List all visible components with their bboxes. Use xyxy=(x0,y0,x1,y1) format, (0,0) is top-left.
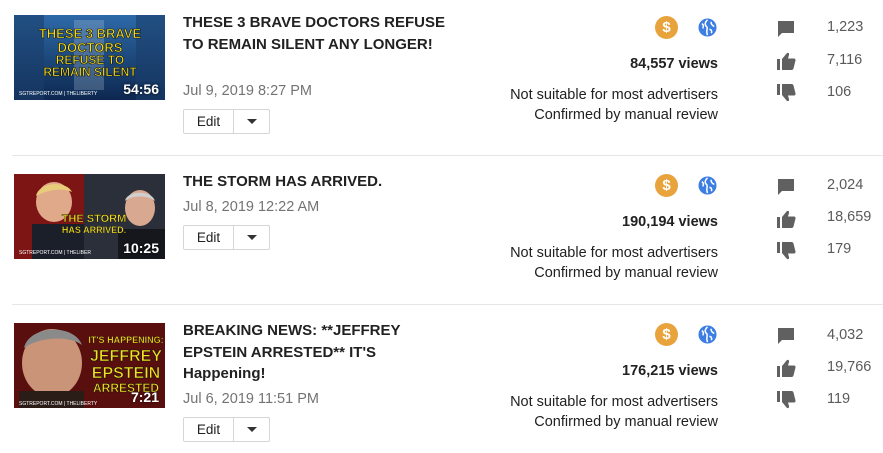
svg-text:JEFFREY: JEFFREY xyxy=(90,348,162,365)
thumbnail-footer: SGTREPORT.COM | THELIBER xyxy=(19,250,91,256)
dislike-count: 106 xyxy=(827,84,852,100)
svg-text:THE STORM: THE STORM xyxy=(62,213,127,225)
chevron-down-icon xyxy=(246,427,257,432)
edit-button-group: Edit xyxy=(183,109,270,134)
review-status: Confirmed by manual review xyxy=(534,265,718,281)
video-title[interactable]: THE STORM HAS ARRIVED. xyxy=(183,171,453,193)
video-row: THESE 3 BRAVE DOCTORS REFUSE TO REMAIN S… xyxy=(0,0,883,156)
like-count: 7,116 xyxy=(827,52,863,68)
dislike-count: 179 xyxy=(827,241,852,257)
dislike-count: 119 xyxy=(827,391,851,407)
row-divider xyxy=(12,304,883,305)
comment-icon xyxy=(778,21,794,37)
video-date: Jul 8, 2019 12:22 AM xyxy=(183,199,320,215)
edit-button[interactable]: Edit xyxy=(184,418,234,441)
video-duration: 54:56 xyxy=(123,81,159,97)
thumbs-up-icon xyxy=(777,52,796,70)
dollar-icon[interactable]: $ xyxy=(655,16,678,39)
video-thumbnail[interactable]: THESE 3 BRAVE DOCTORS REFUSE TO REMAIN S… xyxy=(14,15,165,100)
edit-button-group: Edit xyxy=(183,417,270,442)
video-title[interactable]: THESE 3 BRAVE DOCTORS REFUSE TO REMAIN S… xyxy=(183,12,453,55)
thumbnail-footer: SGTREPORT.COM | THELIBERTY xyxy=(19,91,98,97)
edit-button-group: Edit xyxy=(183,225,270,250)
edit-dropdown-button[interactable] xyxy=(234,110,269,133)
edit-button[interactable]: Edit xyxy=(184,226,234,249)
comment-count: 2,024 xyxy=(827,177,864,193)
thumbnail-footer: SGTREPORT.COM | THELIBERTY xyxy=(19,401,98,407)
view-count: 176,215 views xyxy=(622,363,718,379)
svg-text:EPSTEIN: EPSTEIN xyxy=(92,365,160,382)
video-date: Jul 6, 2019 11:51 PM xyxy=(183,391,319,407)
dollar-icon[interactable]: $ xyxy=(655,174,678,197)
svg-text:REMAIN SILENT: REMAIN SILENT xyxy=(43,65,137,79)
like-count: 19,766 xyxy=(827,359,872,375)
globe-icon[interactable] xyxy=(698,325,717,344)
thumbs-up-icon xyxy=(777,359,796,377)
video-row: IT'S HAPPENING: JEFFREY EPSTEIN ARRESTED… xyxy=(0,306,883,453)
video-duration: 7:21 xyxy=(130,389,159,405)
video-duration: 10:25 xyxy=(123,240,159,256)
chevron-down-icon xyxy=(246,119,257,124)
review-status: Confirmed by manual review xyxy=(534,107,718,123)
thumbs-down-icon xyxy=(777,391,796,409)
chevron-down-icon xyxy=(246,235,257,240)
video-title[interactable]: BREAKING NEWS: **JEFFREY EPSTEIN ARRESTE… xyxy=(183,320,453,385)
edit-dropdown-button[interactable] xyxy=(234,226,269,249)
comment-icon xyxy=(778,179,794,195)
monetization-status: Not suitable for most advertisers xyxy=(510,87,718,103)
monetization-status: Not suitable for most advertisers xyxy=(510,245,718,261)
thumbs-up-icon xyxy=(777,210,796,228)
comment-count: 4,032 xyxy=(827,327,864,343)
svg-text:HAS ARRIVED.: HAS ARRIVED. xyxy=(62,225,126,235)
review-status: Confirmed by manual review xyxy=(534,414,718,430)
view-count: 84,557 views xyxy=(630,56,718,72)
thumbs-down-icon xyxy=(777,242,796,260)
globe-icon[interactable] xyxy=(698,176,717,195)
video-row: THE STORM HAS ARRIVED. SGTREPORT.COM | T… xyxy=(0,157,883,305)
video-date: Jul 9, 2019 8:27 PM xyxy=(183,83,312,99)
like-count: 18,659 xyxy=(827,209,872,225)
edit-button[interactable]: Edit xyxy=(184,110,234,133)
globe-icon[interactable] xyxy=(698,18,717,37)
comment-count: 1,223 xyxy=(827,19,864,35)
video-thumbnail[interactable]: THE STORM HAS ARRIVED. SGTREPORT.COM | T… xyxy=(14,174,165,259)
dollar-icon[interactable]: $ xyxy=(655,323,678,346)
comment-icon xyxy=(778,328,794,344)
edit-dropdown-button[interactable] xyxy=(234,418,269,441)
monetization-status: Not suitable for most advertisers xyxy=(510,394,718,410)
video-thumbnail[interactable]: IT'S HAPPENING: JEFFREY EPSTEIN ARRESTED… xyxy=(14,323,165,408)
thumbs-down-icon xyxy=(777,84,796,102)
view-count: 190,194 views xyxy=(622,214,718,230)
row-divider xyxy=(12,155,883,156)
thumbnail-caption-top: IT'S HAPPENING: xyxy=(88,335,163,345)
svg-text:THESE 3 BRAVE: THESE 3 BRAVE xyxy=(39,26,142,41)
